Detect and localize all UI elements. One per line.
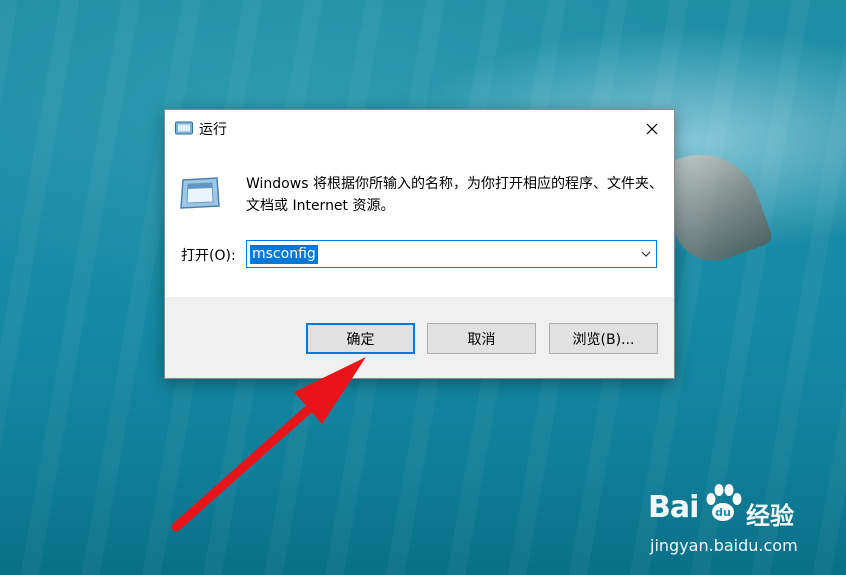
close-icon bbox=[646, 123, 658, 135]
cancel-button[interactable]: 取消 bbox=[427, 323, 536, 354]
close-button[interactable] bbox=[630, 110, 674, 148]
watermark-brand-left: Bai bbox=[648, 490, 699, 525]
run-app-icon bbox=[175, 121, 193, 135]
window-title: 运行 bbox=[199, 122, 227, 138]
open-label: 打开(O): bbox=[181, 248, 236, 264]
browse-button[interactable]: 浏览(B)... bbox=[549, 323, 658, 354]
run-app-icon bbox=[180, 177, 220, 209]
watermark-url: jingyan.baidu.com bbox=[650, 536, 798, 555]
description-text: Windows 将根据你所输入的名称，为你打开相应的程序、文件夹、文档或 Int… bbox=[246, 176, 663, 214]
open-combobox[interactable]: msconfig bbox=[246, 240, 657, 268]
title-bar[interactable]: 运行 bbox=[165, 110, 674, 148]
chevron-down-icon[interactable] bbox=[640, 248, 652, 260]
paw-logo-icon: du bbox=[706, 484, 742, 521]
ok-button[interactable]: 确定 bbox=[306, 323, 415, 354]
watermark-brand-right: 经验 bbox=[746, 502, 794, 530]
run-dialog: 运行 Windows 将根据你所输入的名称，为你打开相应的程序、文件夹、文档或 … bbox=[164, 109, 675, 379]
baidu-watermark: Bai du 经验 jingyan.baidu.com bbox=[648, 482, 838, 562]
open-input-value[interactable]: msconfig bbox=[250, 245, 318, 264]
svg-text:du: du bbox=[715, 506, 731, 519]
dialog-body: Windows 将根据你所输入的名称，为你打开相应的程序、文件夹、文档或 Int… bbox=[165, 148, 674, 297]
